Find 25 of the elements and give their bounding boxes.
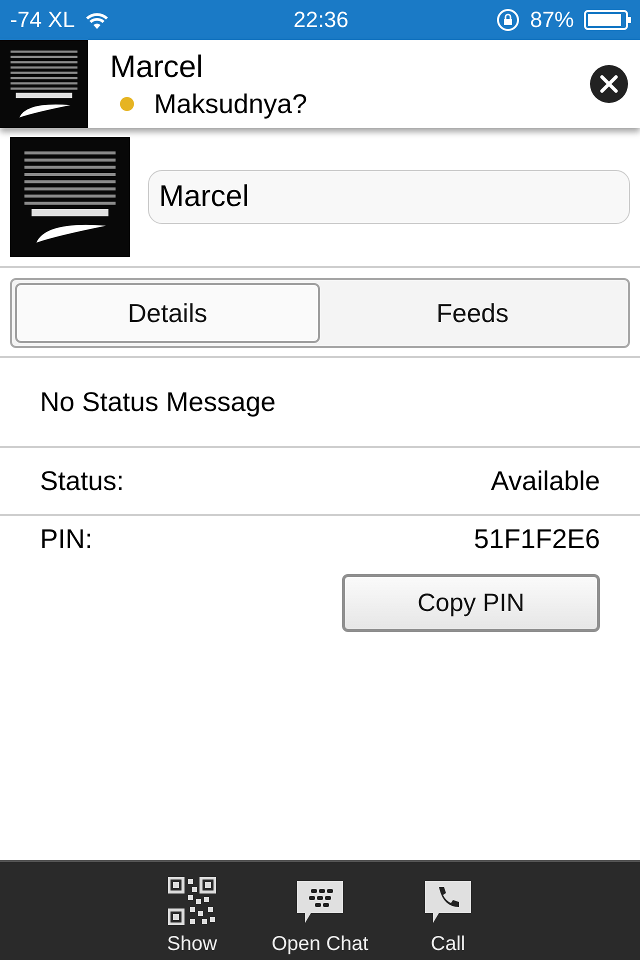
detail-label: Status: <box>40 466 124 496</box>
battery-icon <box>584 10 632 30</box>
status-message: No Status Message <box>0 358 640 448</box>
detail-value: Available <box>490 466 600 496</box>
chat-bubble-icon <box>295 879 345 925</box>
wifi-icon <box>84 11 109 29</box>
toolbar-button[interactable]: Show <box>128 862 256 960</box>
copy-pin-button[interactable]: Copy PIN <box>342 574 600 632</box>
name-field[interactable]: Marcel <box>148 170 630 224</box>
close-button[interactable] <box>590 65 628 103</box>
toolbar-button[interactable]: Call <box>384 862 512 960</box>
tab[interactable]: Details <box>15 283 320 343</box>
last-message: Maksudnya? <box>154 88 308 120</box>
detail-value: 51F1F2E6 <box>474 524 600 554</box>
detail-label: PIN: <box>40 524 93 554</box>
carrier-signal: -74 XL <box>10 7 75 33</box>
qr-code-icon <box>168 877 216 925</box>
close-icon <box>599 74 619 94</box>
toolbar-button[interactable]: Open Chat <box>256 862 384 960</box>
rotation-lock-icon <box>496 8 520 32</box>
contact-name: Marcel <box>110 48 204 84</box>
tab[interactable]: Feeds <box>320 283 625 343</box>
clock-time: 22:36 <box>293 7 349 33</box>
battery-percent: 87% <box>530 7 574 33</box>
phone-bubble-icon <box>423 879 473 925</box>
